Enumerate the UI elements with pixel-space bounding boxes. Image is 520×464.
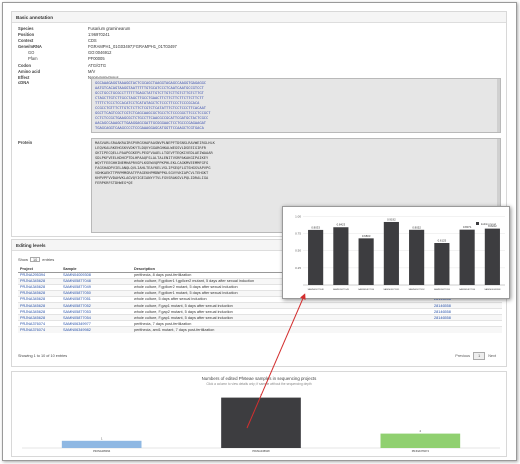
- project-link-cell: PRJNA376074: [18, 326, 61, 333]
- project-bar-label: 1: [101, 436, 103, 440]
- editing-level-bar[interactable]: [308, 229, 324, 285]
- previous-page-button[interactable]: Previous: [455, 354, 470, 358]
- legend-swatch: [476, 222, 479, 225]
- project-link[interactable]: PRJNA345628: [20, 279, 45, 283]
- value-link-cell: [432, 326, 502, 333]
- project-bar-label: 2: [419, 429, 421, 433]
- basic-annotation-panel: Basic annotation Species Fusarium gramine…: [11, 11, 507, 237]
- sequence-line: TGAGCAGGTCAAGCCCCTCCGAAAGGAGCATGGTTCCAAG…: [95, 125, 204, 130]
- editing-level-bar[interactable]: [409, 229, 425, 285]
- project-link[interactable]: PRJNA376074: [20, 328, 45, 332]
- project-bar-label: 7: [260, 393, 262, 397]
- y-tick-label: 0.75: [295, 232, 301, 236]
- project-link[interactable]: PRJNA345628: [20, 310, 45, 314]
- editing-level-value-label: 0.6125: [438, 239, 447, 243]
- protein-label: Protein: [18, 140, 33, 145]
- project-bar[interactable]: [221, 397, 301, 448]
- editing-level-tick-label: SAMN05877051: [383, 288, 400, 291]
- editing-level-value-label: 0.8033: [311, 225, 320, 229]
- project-link[interactable]: PRJNA345628: [20, 297, 45, 301]
- editing-level-bar[interactable]: [333, 227, 349, 285]
- editing-level-tick-label: SAMN05877053: [434, 288, 451, 291]
- sample-link-cell: SAMN06349982: [61, 326, 132, 333]
- entries-select[interactable]: 10: [30, 257, 41, 262]
- project-tick-label: PRJNA376074: [412, 449, 430, 453]
- sample-link[interactable]: SAMN04009308: [63, 273, 91, 277]
- editing-level-bar[interactable]: [434, 243, 450, 285]
- entries-label: entries: [42, 257, 55, 262]
- project-bar-chart: 1 PRJNA295394 7 PRJNA345628 2 PRJNA376074: [22, 393, 500, 453]
- project-link[interactable]: PRJNA345628: [20, 291, 45, 295]
- editing-level-chart-inset: 0.25 0.50 0.75 1.00 Editing level 0.8033 SAMN0…: [282, 206, 510, 299]
- value-link[interactable]: 28146558: [434, 316, 451, 320]
- editing-level-value-label: 0.8052: [412, 225, 421, 229]
- editing-level-value-label: 0.8423: [337, 223, 346, 227]
- sample-link[interactable]: SAMN05877054: [63, 316, 91, 320]
- y-tick-label: 0.25: [295, 266, 301, 270]
- sample-link[interactable]: SAMN05877052: [63, 304, 91, 308]
- y-tick-label: 0.50: [295, 249, 301, 253]
- next-page-button[interactable]: Next: [488, 354, 496, 358]
- project-tick-label: PRJNA295394: [93, 449, 111, 453]
- sample-link[interactable]: SAMN06349982: [63, 328, 91, 332]
- project-link[interactable]: PRJNA376074: [20, 322, 45, 326]
- project-link[interactable]: PRJNA295394: [20, 273, 45, 277]
- project-link[interactable]: PRJNA345628: [20, 316, 45, 320]
- sequence-line: FERPKRFSTDHWEG*QE: [95, 180, 133, 185]
- editing-level-tick-label: SAMN05877050: [358, 288, 375, 291]
- project-bar[interactable]: [61, 440, 142, 448]
- editing-level-tick-label: SAMN05877052: [409, 288, 426, 291]
- editing-level-bar[interactable]: [459, 229, 475, 285]
- pagination: Previous 1 Next: [455, 352, 496, 360]
- value-link[interactable]: 28146558: [434, 304, 451, 308]
- basic-annotation-header: Basic annotation: [12, 12, 506, 23]
- editing-level-value-label: 0.6803: [362, 234, 371, 238]
- editing-level-tick-label: SAMN04009308: [484, 288, 501, 291]
- table-row: PRJNA376074 SAMN06349982 perithecia, ami1 …: [18, 326, 502, 333]
- sample-link[interactable]: SAMN05877048: [63, 279, 91, 283]
- editing-level-tick-label: SAMN05877048: [308, 288, 325, 291]
- editing-level-bar[interactable]: [383, 221, 399, 285]
- project-bar[interactable]: [380, 433, 461, 448]
- cdna-sequence-box[interactable]: GGCAAAGAGGTAAAGGTACTCGCAGCTAAGGTAGAGCCAA…: [91, 78, 501, 133]
- annotation-fields: Species Fusarium graminearum Position 1:969…: [18, 26, 177, 81]
- cdna-scrollbar[interactable]: [497, 79, 500, 132]
- editing-level-bar[interactable]: [484, 228, 500, 285]
- sample-link[interactable]: SAMN05877049: [63, 285, 91, 289]
- sample-link[interactable]: SAMN05877050: [63, 291, 91, 295]
- sample-link[interactable]: SAMN05877051: [63, 297, 91, 301]
- entries-length-control: Show 10 entries: [18, 257, 54, 262]
- editing-level-value-label: 0.9192: [387, 217, 396, 221]
- project-chart-panel: Numbers of edited Ph6eae samples in sequ…: [11, 371, 507, 457]
- editing-level-tick-label: SAMN05877054: [459, 288, 476, 291]
- project-tick-label: PRJNA345628: [252, 449, 270, 453]
- y-tick-label: 1.00: [295, 214, 301, 218]
- editing-level-value-label: 0.8222: [488, 224, 497, 228]
- project-link[interactable]: PRJNA345628: [20, 285, 45, 289]
- editing-level-bar[interactable]: [358, 238, 374, 285]
- value-link[interactable]: 28146558: [434, 310, 451, 314]
- show-label: Show: [18, 257, 29, 262]
- project-link[interactable]: PRJNA345628: [20, 304, 45, 308]
- cdna-label: cDNA: [18, 80, 30, 85]
- sample-link[interactable]: SAMN06349977: [63, 322, 91, 326]
- editing-level-bar-chart: 0.250.500.751.00Editing level0.8033SAMN0…: [295, 214, 505, 291]
- editing-level-value-label: 0.8071: [463, 225, 472, 229]
- page-1-button[interactable]: 1: [473, 352, 486, 360]
- table-info: Showing 1 to 10 of 10 entries: [18, 354, 68, 358]
- description-cell-cell: perithecia, ami1 mutant, 7 days post-fer…: [132, 326, 432, 333]
- sample-link[interactable]: SAMN05877053: [63, 310, 91, 314]
- editing-level-tick-label: SAMN05877049: [333, 288, 350, 291]
